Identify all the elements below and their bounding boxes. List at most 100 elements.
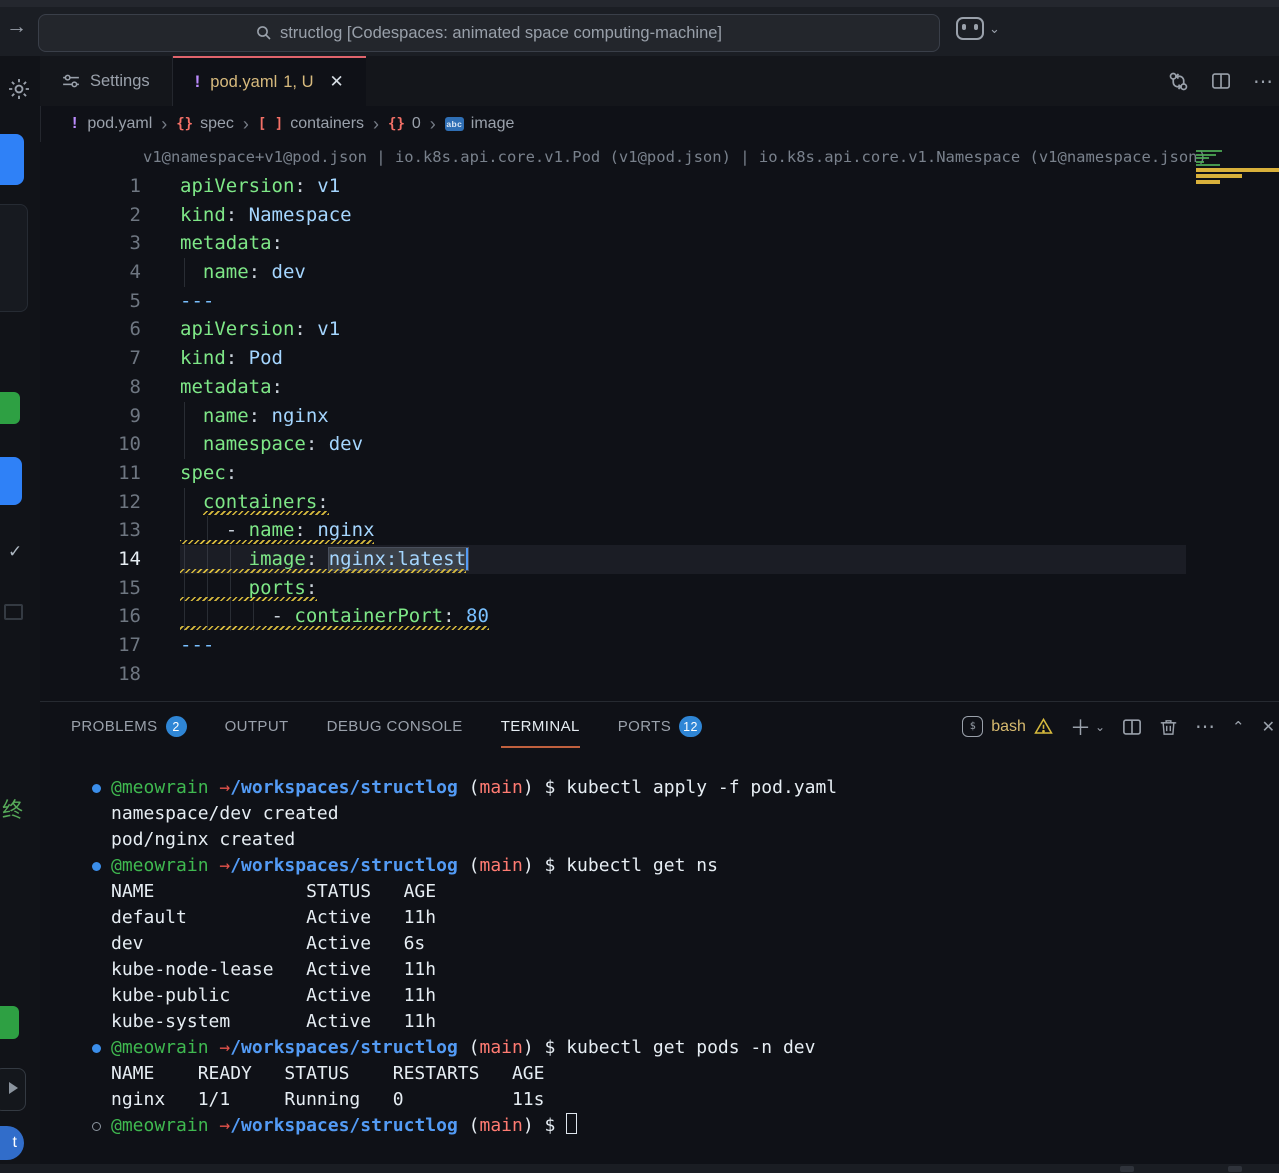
panel-tab-debug-console[interactable]: DEBUG CONSOLE — [327, 702, 463, 751]
code-line[interactable]: 16 - containerPort: 80 — [40, 602, 1279, 631]
split-terminal-icon[interactable] — [1122, 717, 1142, 737]
symbol-object-icon: {} — [388, 116, 405, 132]
code-text: kind: Namespace — [180, 201, 1186, 230]
command-decoration[interactable] — [92, 784, 101, 793]
forward-arrow-icon[interactable]: → — [6, 15, 27, 39]
code-text: - containerPort: 80 — [180, 602, 1186, 631]
open-changes-icon[interactable] — [1168, 70, 1189, 93]
code-line[interactable]: 3metadata: — [40, 229, 1279, 258]
terminal-line: NAME READY STATUS RESTARTS AGE — [40, 1061, 1279, 1087]
command-decoration[interactable] — [92, 1044, 101, 1053]
line-number: 1 — [40, 172, 141, 201]
blue-pill: t — [0, 1126, 24, 1160]
breadcrumb-item[interactable]: spec — [200, 115, 234, 133]
line-number: 16 — [40, 602, 141, 631]
chevron-down-icon: ⌄ — [989, 21, 1000, 37]
terminal-line: kube-system Active 11h — [40, 1009, 1279, 1035]
breadcrumb-item[interactable]: containers — [290, 115, 364, 133]
terminal-content[interactable]: @meowrain →/workspaces/structlog (main) … — [40, 775, 1279, 1139]
close-panel-icon[interactable]: ✕ — [1262, 717, 1275, 737]
sliders-icon — [62, 72, 80, 90]
gear-icon[interactable] — [6, 76, 32, 102]
panel-more-icon[interactable]: ⋯ — [1195, 714, 1215, 739]
warning-squiggle — [203, 511, 329, 515]
code-text: metadata: — [180, 373, 1186, 402]
code-area: 1apiVersion: v12 kind: Namespace3metadata… — [40, 172, 1279, 688]
terminal-line: @meowrain →/workspaces/structlog (main) … — [40, 775, 1279, 801]
more-actions-icon[interactable]: ⋯ — [1253, 69, 1273, 94]
code-line[interactable]: 2 kind: Namespace — [40, 201, 1279, 230]
code-line[interactable]: 7kind: Pod — [40, 344, 1279, 373]
panel-header: PROBLEMS2 OUTPUT DEBUG CONSOLE TERMINAL PORT… — [40, 702, 1279, 751]
editor[interactable]: v1@namespace+v1@pod.json | io.k8s.api.co… — [40, 142, 1279, 701]
git-status-badge: 1, U — [283, 73, 313, 92]
code-line[interactable]: 18 — [40, 660, 1279, 689]
command-decoration[interactable] — [92, 862, 101, 871]
yaml-schema-hint: v1@namespace+v1@pod.json | io.k8s.api.co… — [143, 148, 1207, 166]
line-number: 2 — [40, 201, 141, 230]
terminal-cursor — [566, 1113, 577, 1134]
tab-settings[interactable]: Settings — [40, 56, 173, 106]
code-line[interactable]: 12 containers: — [40, 488, 1279, 517]
symbol-array-icon: [ ] — [258, 116, 283, 132]
code-text: --- — [180, 287, 1186, 316]
code-line[interactable]: 10 namespace: dev — [40, 430, 1279, 459]
copilot-menu[interactable]: ⌄ — [956, 17, 1000, 40]
plus-icon: ＋ — [1070, 712, 1091, 742]
panel-tab-terminal[interactable]: TERMINAL — [501, 702, 580, 751]
panel-tab-output[interactable]: OUTPUT — [225, 702, 289, 751]
breadcrumb-item[interactable]: 0 — [412, 115, 421, 133]
green-block — [0, 392, 20, 424]
terminal-line: nginx 1/1 Running 0 11s — [40, 1087, 1279, 1113]
new-terminal-button[interactable]: ＋ ⌄ — [1070, 712, 1105, 742]
line-number: 4 — [40, 258, 141, 287]
panel-tab-ports[interactable]: PORTS12 — [618, 702, 702, 751]
shell-label: bash — [991, 718, 1026, 736]
code-line[interactable]: 17--- — [40, 631, 1279, 660]
line-number: 18 — [40, 660, 141, 689]
minimap[interactable] — [1190, 142, 1279, 272]
code-line[interactable]: 9 name: nginx — [40, 402, 1279, 431]
command-center-search[interactable]: structlog [Codespaces: animated space co… — [38, 14, 940, 52]
terminal-line: @meowrain →/workspaces/structlog (main) … — [40, 1113, 1279, 1139]
split-editor-icon[interactable] — [1211, 70, 1231, 92]
code-text: ports: — [180, 574, 1186, 603]
line-number: 10 — [40, 430, 141, 459]
kill-terminal-icon[interactable] — [1159, 717, 1178, 737]
panel-tab-problems[interactable]: PROBLEMS2 — [71, 702, 187, 751]
breadcrumb-problem-indicator: ! — [72, 115, 77, 133]
tab-pod-yaml[interactable]: ! pod.yaml 1, U ✕ — [173, 56, 366, 106]
terminal-instance[interactable]: $ bash — [962, 716, 1053, 737]
code-text: spec: — [180, 459, 1186, 488]
line-number: 8 — [40, 373, 141, 402]
close-icon[interactable]: ✕ — [330, 72, 344, 92]
code-line[interactable]: 5--- — [40, 287, 1279, 316]
line-number: 17 — [40, 631, 141, 660]
code-text: name: dev — [180, 258, 1186, 287]
cjk-character: 终 — [2, 794, 23, 824]
breadcrumb-separator: › — [430, 114, 436, 135]
code-text: containers: — [180, 488, 1186, 517]
code-line[interactable]: 1apiVersion: v1 — [40, 172, 1279, 201]
breadcrumb-item[interactable]: image — [471, 115, 515, 133]
code-line[interactable]: 8 metadata: — [40, 373, 1279, 402]
command-decoration[interactable] — [92, 1122, 101, 1131]
vscode-window: → structlog [Codespaces: animated space … — [0, 0, 1279, 1173]
code-line[interactable]: 4 name: dev — [40, 258, 1279, 287]
code-text: name: nginx — [180, 402, 1186, 431]
left-strip: ✓ 终 t — [0, 56, 41, 1173]
code-line[interactable]: 11spec: — [40, 459, 1279, 488]
line-number: 12 — [40, 488, 141, 517]
breadcrumb-file[interactable]: pod.yaml — [87, 115, 152, 133]
warning-icon — [1034, 717, 1053, 736]
terminal-line: @meowrain →/workspaces/structlog (main) … — [40, 853, 1279, 879]
code-line[interactable]: 6apiVersion: v1 — [40, 315, 1279, 344]
code-line[interactable]: 15 ports: — [40, 574, 1279, 603]
breadcrumb-separator: › — [161, 114, 167, 135]
code-line[interactable]: 14 image: nginx:latest — [40, 545, 1279, 574]
terminal-line: default Active 11h — [40, 905, 1279, 931]
breadcrumb-separator: › — [243, 114, 249, 135]
search-icon — [256, 25, 272, 41]
code-line[interactable]: 13 - name: nginx — [40, 516, 1279, 545]
maximize-panel-icon[interactable]: ⌃ — [1232, 718, 1245, 736]
